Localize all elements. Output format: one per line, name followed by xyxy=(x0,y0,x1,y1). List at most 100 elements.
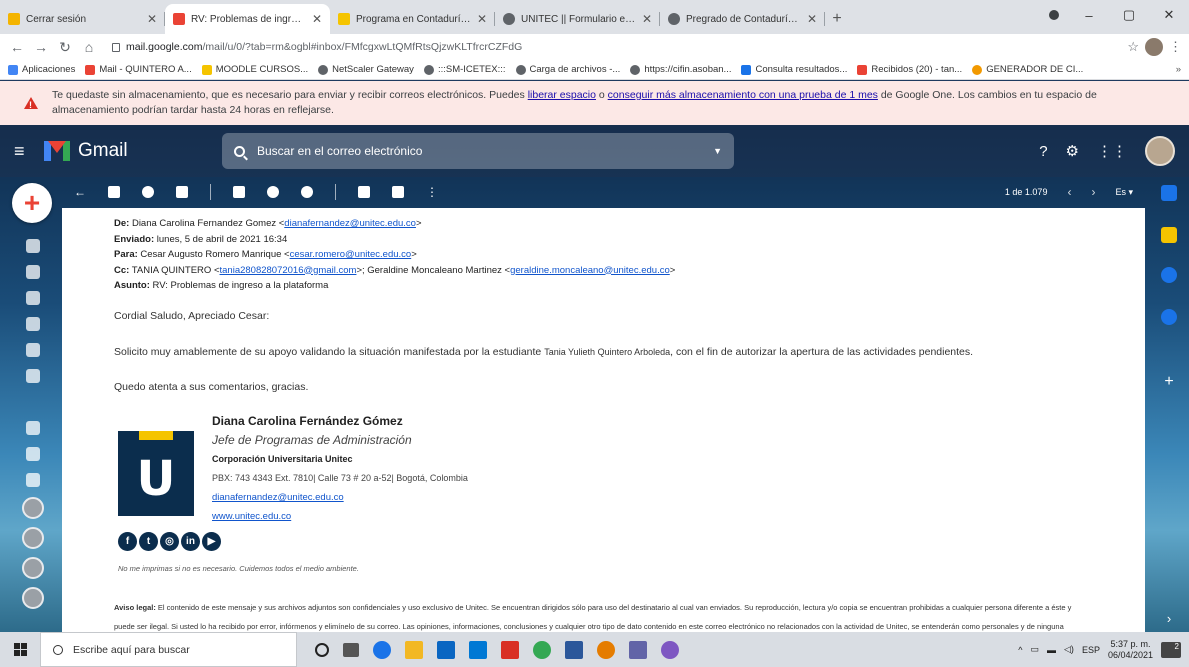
close-tab-icon[interactable]: ✕ xyxy=(642,12,652,26)
facebook-icon[interactable]: f xyxy=(118,532,137,551)
settings-gear-icon[interactable]: ⚙ xyxy=(1066,142,1079,160)
signature-email-link[interactable]: dianafernandez@unitec.edu.co xyxy=(212,488,468,507)
word-icon[interactable] xyxy=(565,640,583,659)
back-arrow-icon[interactable]: ← xyxy=(8,39,26,55)
bookmark-consulta-resultados[interactable]: Consulta resultados... xyxy=(741,64,847,75)
cortana-icon[interactable] xyxy=(315,642,329,657)
bookmark-carga-archivos[interactable]: Carga de archivos -... xyxy=(515,64,620,75)
snooze-icon[interactable] xyxy=(267,186,279,198)
home-icon[interactable]: ⌂ xyxy=(80,39,98,55)
delete-icon[interactable] xyxy=(176,186,188,198)
address-bar[interactable]: mail.google.com/mail/u/0/?tab=rm&ogbl#in… xyxy=(104,37,1121,57)
notification-center-icon[interactable]: 2 xyxy=(1161,641,1181,658)
forward-arrow-icon[interactable]: → xyxy=(32,39,50,55)
to-email-link[interactable]: cesar.romero@unitec.edu.co xyxy=(290,249,412,260)
back-to-inbox-icon[interactable]: ← xyxy=(74,185,86,199)
label-icon[interactable] xyxy=(26,369,40,383)
google-apps-icon[interactable]: ⋮⋮ xyxy=(1097,142,1127,160)
search-options-icon[interactable]: ▼ xyxy=(713,146,722,156)
hangouts-contact-avatar[interactable] xyxy=(22,557,44,579)
reload-icon[interactable]: ↻ xyxy=(56,39,74,56)
contacts-icon[interactable] xyxy=(1161,309,1177,325)
bookmark-netscaler[interactable]: NetScaler Gateway xyxy=(318,64,414,75)
close-tab-icon[interactable]: ✕ xyxy=(477,12,487,26)
paint-icon[interactable] xyxy=(597,640,615,659)
bookmark-moodle[interactable]: MOODLE CURSOS... xyxy=(201,64,308,75)
close-tab-icon[interactable]: ✕ xyxy=(147,12,157,26)
newer-chevron-icon[interactable]: ‹ xyxy=(1067,185,1071,199)
input-language-button[interactable]: Es ▾ xyxy=(1115,187,1133,198)
mail-app-icon[interactable] xyxy=(469,640,487,659)
bookmark-sm-icetex[interactable]: :::SM-ICETEX::: xyxy=(423,64,506,75)
tab-pregrado-contaduria[interactable]: Pregrado de Contaduría Pública ✕ xyxy=(660,4,825,34)
start-button[interactable] xyxy=(0,632,40,667)
keep-icon[interactable] xyxy=(1161,227,1177,243)
add-to-tasks-icon[interactable] xyxy=(301,186,313,198)
linkedin-icon[interactable]: in xyxy=(181,532,200,551)
more-labels-icon[interactable] xyxy=(26,421,40,435)
tab-gmail-message[interactable]: RV: Problemas de ingreso a la pl ✕ xyxy=(165,4,330,34)
search-icon[interactable] xyxy=(234,145,245,157)
calendar-icon[interactable] xyxy=(1161,185,1177,201)
twitter-icon[interactable]: t xyxy=(139,532,158,551)
drafts-icon[interactable] xyxy=(26,343,40,357)
cc-email-link[interactable]: geraldine.moncaleano@unitec.edu.co xyxy=(510,265,670,276)
browser-menu-icon[interactable]: ⋮ xyxy=(1169,39,1182,55)
taskbar-search-input[interactable]: Escribe aquí para buscar xyxy=(40,632,297,667)
hangouts-contact-avatar[interactable] xyxy=(22,527,44,549)
bookmark-mail-quintero[interactable]: Mail - QUINTERO A... xyxy=(85,64,192,75)
show-hidden-icons-chevron-icon[interactable]: ^ xyxy=(1018,645,1022,655)
edge-icon[interactable] xyxy=(373,640,391,659)
tab-cerrar-sesion[interactable]: Cerrar sesión ✕ xyxy=(0,4,165,34)
close-window-button[interactable]: ✕ xyxy=(1149,7,1189,23)
tab-programa-contaduria[interactable]: Programa en Contaduría Pública ✕ xyxy=(330,4,495,34)
main-menu-icon[interactable]: ≡ xyxy=(14,141,44,162)
media-record-icon[interactable] xyxy=(1039,8,1069,23)
older-chevron-icon[interactable]: › xyxy=(1091,185,1095,199)
file-explorer-icon[interactable] xyxy=(405,640,423,659)
bookmark-star-icon[interactable]: ☆ xyxy=(1127,39,1139,55)
get-more-storage-link[interactable]: conseguir más almacenamiento con una pru… xyxy=(608,89,878,101)
hangouts-contact-avatar[interactable] xyxy=(22,587,44,609)
inbox-icon[interactable] xyxy=(26,239,40,253)
sent-icon[interactable] xyxy=(26,317,40,331)
task-view-icon[interactable] xyxy=(343,642,359,657)
mark-unread-icon[interactable] xyxy=(233,186,245,198)
more-bookmarks-button[interactable]: » xyxy=(1176,64,1181,75)
move-to-icon[interactable] xyxy=(358,186,370,198)
youtube-icon[interactable]: ▶ xyxy=(202,532,221,551)
cc-email-link[interactable]: tania280828072016@gmail.com xyxy=(220,265,357,276)
profile-avatar[interactable] xyxy=(1145,38,1163,56)
help-icon[interactable]: ? xyxy=(1039,143,1047,160)
battery-icon[interactable]: ▬ xyxy=(1047,645,1056,655)
labels-icon[interactable] xyxy=(392,186,404,198)
signature-web-link[interactable]: www.unitec.edu.co xyxy=(212,507,468,526)
account-avatar[interactable] xyxy=(1145,136,1175,166)
acrobat-icon[interactable] xyxy=(501,640,519,659)
hangouts-contact-avatar[interactable] xyxy=(22,497,44,519)
new-tab-button[interactable]: + xyxy=(825,4,849,34)
archive-icon[interactable] xyxy=(108,186,120,198)
close-tab-icon[interactable]: ✕ xyxy=(807,12,817,26)
more-actions-icon[interactable]: ⋮ xyxy=(426,185,438,199)
starred-icon[interactable] xyxy=(26,265,40,279)
network-icon[interactable]: ▭ xyxy=(1031,644,1040,655)
mail-search-input[interactable]: Buscar en el correo electrónico ▼ xyxy=(222,133,734,169)
gmail-logo[interactable]: Gmail xyxy=(44,140,222,162)
teams-icon[interactable] xyxy=(629,640,647,659)
bookmark-recibidos[interactable]: Recibidos (20) - tan... xyxy=(857,64,962,75)
tasks-icon[interactable] xyxy=(1161,267,1177,283)
compose-button[interactable]: + xyxy=(12,183,52,223)
from-email-link[interactable]: dianafernandez@unitec.edu.co xyxy=(284,218,416,229)
snoozed-icon[interactable] xyxy=(26,291,40,305)
chat-icon[interactable] xyxy=(26,473,40,487)
chrome-icon[interactable] xyxy=(533,640,551,659)
volume-icon[interactable]: ◁) xyxy=(1064,644,1074,655)
bookmark-cifin[interactable]: https://cifin.asoban... xyxy=(630,64,731,75)
maximize-button[interactable]: ▢ xyxy=(1109,7,1149,23)
store-icon[interactable] xyxy=(437,640,455,659)
bookmark-generador[interactable]: GENERADOR DE CI... xyxy=(972,64,1083,75)
input-language-indicator[interactable]: ESP xyxy=(1082,645,1100,655)
expand-panel-chevron-icon[interactable]: › xyxy=(1161,611,1177,627)
instagram-icon[interactable]: ◎ xyxy=(160,532,179,551)
